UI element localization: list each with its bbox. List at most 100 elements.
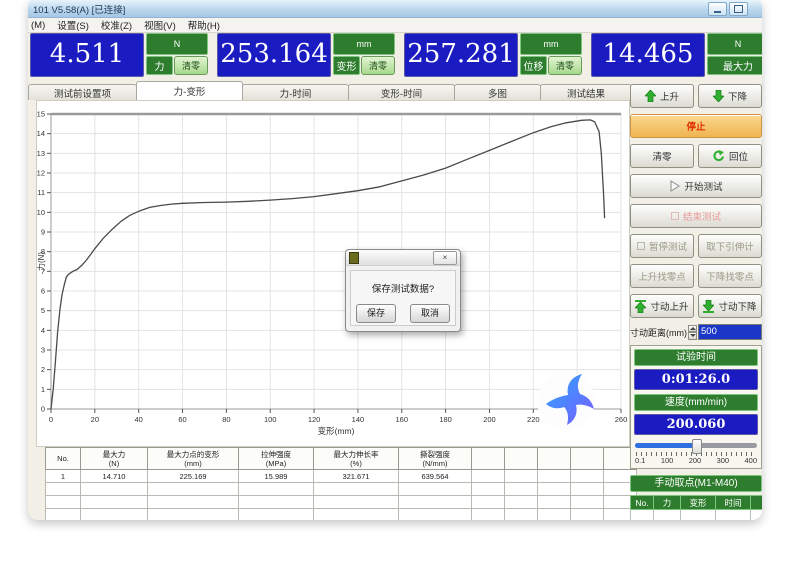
jog-spinner[interactable] [688,325,697,340]
slider-thumb[interactable] [692,439,702,454]
spinner-up-icon[interactable] [688,325,697,333]
svg-text:100: 100 [264,415,277,424]
dialog-close-button[interactable]: × [433,251,457,265]
svg-text:140: 140 [352,415,365,424]
spinner-down-icon[interactable] [688,332,697,340]
maximize-button[interactable] [729,2,748,16]
menu-item-2[interactable]: 校准(Z) [101,18,132,32]
slider-scale-label: 400 [744,456,757,465]
display-group-2: 257.281 mm位移 清零 [404,33,582,77]
clear-zero-button[interactable]: 清零 [174,56,208,76]
tab-5[interactable]: 测试结果 [540,84,632,100]
control-panel: 上升下降停止清零回位开始测试结束测试暂停测试取下引伸计上升找零点下降找零点寸动上… [630,84,762,520]
manual-col-header: 变形 [681,496,716,510]
results-col-header: 最大力(N) [81,448,148,470]
return-button[interactable]: 回位 [698,144,762,168]
up-arrow-icon [645,90,656,102]
svg-text:变形(mm): 变形(mm) [318,426,355,436]
manual-points-row [631,510,763,521]
small-box-icon [671,212,679,220]
force-deformation-curve [51,120,605,409]
display-group-0: 4.511 N力 清零 [30,33,208,77]
tab-0[interactable]: 测试前设置项 [28,84,137,100]
svg-text:200: 200 [483,415,496,424]
jog-down-button[interactable]: 寸动下降 [698,294,762,318]
save-button[interactable]: 保存 [356,304,396,323]
dialog-body: 保存测试数据? 保存 取消 [350,270,456,326]
cancel-button[interactable]: 取消 [410,304,450,323]
dialog-title-bar: × [346,250,460,266]
down-find-zero-button[interactable]: 下降找零点 [698,264,762,288]
results-empty-row [46,483,637,496]
dialog-buttons: 保存 取消 [356,304,450,323]
dialog-message: 保存测试数据? [372,281,434,295]
lcd-value: 4.511 [30,33,144,77]
manual-col-header: 力 [654,496,681,510]
unit-label: mm [333,33,395,55]
results-empty-row [46,509,637,521]
pause-box-icon [637,242,645,250]
slider-fill [635,443,693,448]
play-icon [669,180,680,192]
page: 101 V5.58(A) [已连接] (M) 设置(S) 校准(Z) 视图(V) 帮助(… [0,0,790,567]
tab-4[interactable]: 多图 [454,84,541,100]
menu-item-4[interactable]: 帮助(H) [188,18,220,32]
slider-scale: 0.1100200300400 [634,456,758,465]
stop-button[interactable]: 停止 [630,114,762,138]
results-col-header [538,448,571,470]
menu-item-1[interactable]: 设置(S) [57,18,89,32]
results-col-header [505,448,538,470]
results-header-row: No.最大力(N)最大力点的变形(mm)拉伸强度(MPa)最大力伸长率(%)撕裂… [46,448,637,470]
tab-1[interactable]: 力-变形 [136,81,243,100]
jog-up-button[interactable]: 寸动上升 [630,294,694,318]
results-table: No.最大力(N)最大力点的变形(mm)拉伸强度(MPa)最大力伸长率(%)撕裂… [45,447,637,520]
unit-label: N [146,33,208,55]
menu-bar: (M) 设置(S) 校准(Z) 视图(V) 帮助(H) [28,18,762,33]
clear-zero-button[interactable]: 清零 [548,56,582,76]
jog-distance-input[interactable]: 500 [698,324,762,340]
svg-text:14: 14 [37,129,45,138]
tab-2[interactable]: 力-时间 [242,84,349,100]
zero-button[interactable]: 清零 [630,144,694,168]
tab-strip: 测试前设置项力-变形力-时间变形-时间多图测试结果 [28,82,631,100]
display-labels: N力 清零 [146,33,208,75]
svg-text:3: 3 [41,346,45,355]
jog-distance-row: 寸动距离(mm) 500 [630,324,762,340]
results-empty-row [46,496,637,509]
results-data-row: 114.710225.16915.989321.671639.564 [46,470,637,483]
minimize-icon [714,11,721,13]
results-col-header: 最大力伸长率(%) [314,448,399,470]
jog-distance-label: 寸动距离(mm) [630,326,687,339]
force-deformation-chart: 0123456789101112131415020406080100120140… [37,101,627,444]
return-arrow-icon [712,150,725,163]
menu-item-3[interactable]: 视图(V) [144,18,176,32]
minimize-button[interactable] [708,2,727,16]
display-channel-label: 变形 [333,56,360,76]
down-button[interactable]: 下降 [698,84,762,108]
results-table-container: No.最大力(N)最大力点的变形(mm)拉伸强度(MPa)最大力伸长率(%)撕裂… [45,447,637,520]
remove-extensometer-button[interactable]: 取下引伸计 [698,234,762,258]
up-find-zero-button[interactable]: 上升找零点 [630,264,694,288]
results-col-header [472,448,505,470]
pause-test-button[interactable]: 暂停测试 [630,234,694,258]
end-test-button[interactable]: 结束测试 [630,204,762,228]
display-row: 4.511 N力 清零 253.164 mm变形 清零 257.281 mm位移… [30,33,762,77]
dialog-app-icon [349,252,359,264]
start-test-button[interactable]: 开始测试 [630,174,762,198]
manual-points-header-row: No.力变形时间 [631,496,763,510]
jog-down-arrow-icon [703,300,714,313]
svg-text:80: 80 [222,415,230,424]
svg-text:力(N): 力(N) [37,252,46,271]
svg-text:20: 20 [91,415,99,424]
title-bar: 101 V5.58(A) [已连接] [28,0,762,18]
lcd-value: 253.164 [217,33,331,77]
test-time-header: 试验时间 [634,349,758,366]
menu-item-0[interactable]: (M) [31,20,45,31]
speed-slider[interactable] [635,439,757,451]
speed-display: 200.060 [634,414,758,435]
save-dialog: × 保存测试数据? 保存 取消 [345,249,461,332]
up-button[interactable]: 上升 [630,84,694,108]
tab-3[interactable]: 变形-时间 [348,84,455,100]
slider-scale-label: 0.1 [635,456,645,465]
clear-zero-button[interactable]: 清零 [361,56,395,76]
